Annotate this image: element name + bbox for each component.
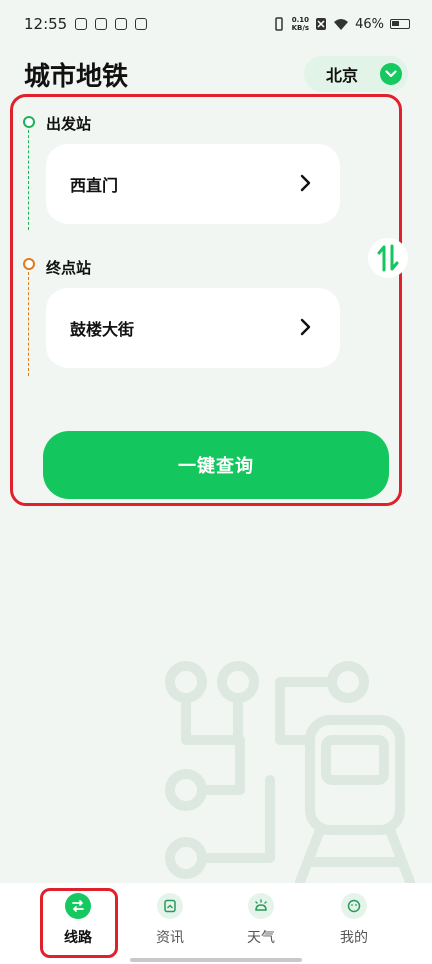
chevron-right-icon xyxy=(300,174,311,192)
end-route-line xyxy=(28,272,29,376)
network-speed-value: 0.10 xyxy=(291,16,309,24)
start-station-value: 西直门 xyxy=(70,176,119,195)
end-station-label: 终点站 xyxy=(46,259,92,277)
end-station-value: 鼓楼大街 xyxy=(70,320,135,339)
status-left: 12:55 xyxy=(24,15,148,33)
status-bar: 12:55 0.10 KB/s 46% xyxy=(0,0,432,48)
start-marker-icon xyxy=(23,116,35,128)
nav-item-news[interactable]: 资讯 xyxy=(130,893,210,955)
city-selector[interactable]: 北京 xyxy=(304,56,408,92)
profile-icon xyxy=(341,893,367,919)
query-button[interactable]: 一键查询 xyxy=(43,431,389,499)
news-icon xyxy=(157,893,183,919)
metro-illustration-icon xyxy=(165,661,415,887)
nav-item-weather[interactable]: 天气 xyxy=(221,893,301,955)
swap-icon xyxy=(377,244,399,272)
battery-percent: 46% xyxy=(355,16,384,32)
battery-icon xyxy=(390,19,410,29)
start-route-line xyxy=(28,130,29,230)
page-title: 城市地铁 xyxy=(24,62,129,92)
sim-off-icon xyxy=(316,18,327,30)
end-marker-icon xyxy=(23,258,35,270)
network-speed: 0.10 KB/s xyxy=(292,16,309,32)
status-right: 0.10 KB/s 46% xyxy=(272,16,410,32)
home-indicator[interactable] xyxy=(130,958,302,962)
chevron-down-icon[interactable] xyxy=(380,63,402,85)
city-label: 北京 xyxy=(326,66,359,85)
notification-icon xyxy=(135,18,148,30)
nav-label: 资讯 xyxy=(156,930,184,946)
end-station-field[interactable]: 鼓楼大街 xyxy=(46,288,340,368)
status-time: 12:55 xyxy=(24,15,68,33)
vibrate-icon xyxy=(274,17,283,31)
start-station-label: 出发站 xyxy=(46,115,92,133)
notification-icon xyxy=(75,18,88,30)
wifi-icon xyxy=(334,19,349,30)
weather-icon xyxy=(248,893,274,919)
nav-label: 我的 xyxy=(340,930,368,946)
chevron-right-icon xyxy=(300,318,311,336)
nav-label: 天气 xyxy=(247,930,275,946)
swap-stations-button[interactable] xyxy=(368,238,408,278)
notification-icon xyxy=(115,18,128,30)
nav-highlight xyxy=(40,888,118,958)
notification-icon xyxy=(95,18,108,30)
nav-item-profile[interactable]: 我的 xyxy=(314,893,394,955)
start-station-field[interactable]: 西直门 xyxy=(46,144,340,224)
network-speed-unit: KB/s xyxy=(291,24,310,32)
